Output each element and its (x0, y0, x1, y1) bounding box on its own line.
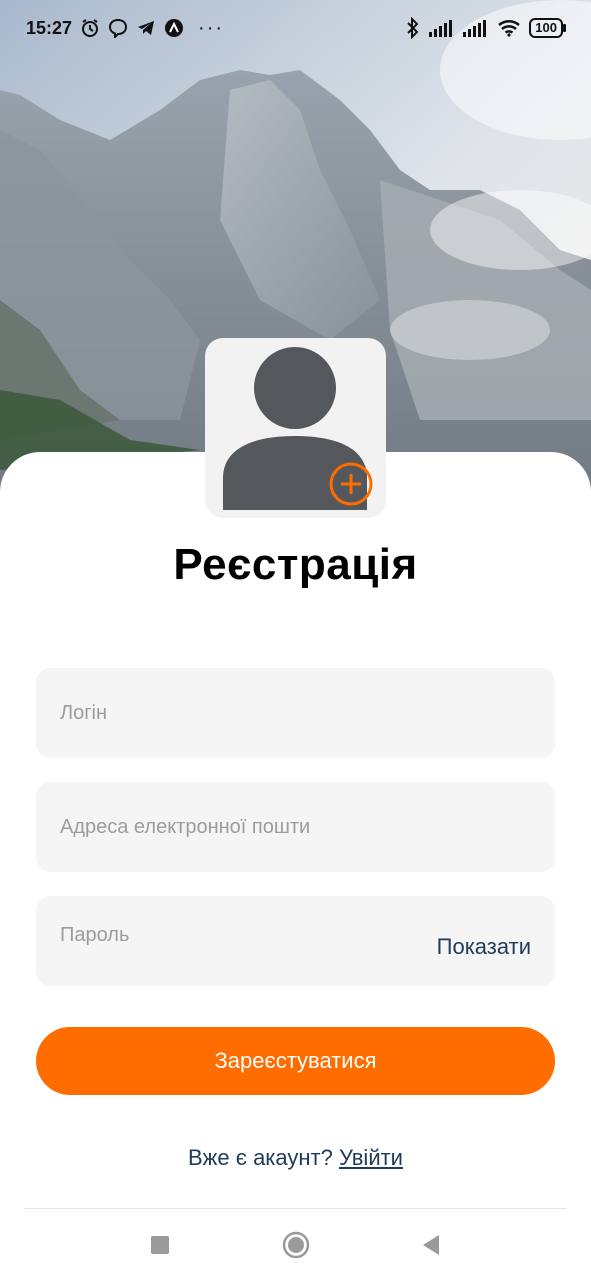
alarm-icon (80, 18, 100, 38)
plus-circle-icon (329, 462, 373, 506)
status-time: 15:27 (26, 17, 73, 38)
more-notifications-icon: ··· (198, 16, 225, 39)
nav-divider (24, 1208, 567, 1209)
bluetooth-icon (405, 17, 421, 39)
status-bar: 15:27 ··· 100 (0, 0, 591, 56)
login-link[interactable]: Увійти (339, 1145, 403, 1170)
signal-icon-2 (463, 19, 489, 37)
signal-icon-1 (429, 19, 455, 37)
battery-indicator: 100 (529, 18, 566, 38)
password-field[interactable]: Показати (36, 896, 555, 986)
email-input[interactable] (36, 782, 555, 872)
home-circle-icon[interactable] (282, 1231, 310, 1259)
telegram-icon (136, 18, 156, 38)
back-triangle-icon[interactable] (421, 1234, 441, 1256)
register-button[interactable]: Зареєстуватися (36, 1027, 555, 1095)
email-field[interactable] (36, 782, 555, 872)
page-title: Реєстрація (173, 540, 418, 589)
viber-icon (108, 18, 128, 38)
system-nav-bar (0, 1222, 591, 1268)
login-input[interactable] (36, 668, 555, 758)
wifi-icon (497, 19, 521, 37)
have-account-line: Вже є акаунт? Увійти (0, 1145, 591, 1171)
app-a-icon (164, 18, 184, 38)
have-account-text: Вже є акаунт? (188, 1145, 333, 1170)
status-bar-right: 100 (405, 17, 566, 39)
status-bar-left: 15:27 ··· (26, 17, 224, 40)
recents-square-icon[interactable] (150, 1235, 170, 1255)
add-photo-button[interactable] (329, 462, 373, 506)
login-field[interactable] (36, 668, 555, 758)
show-password-button[interactable]: Показати (437, 934, 531, 960)
